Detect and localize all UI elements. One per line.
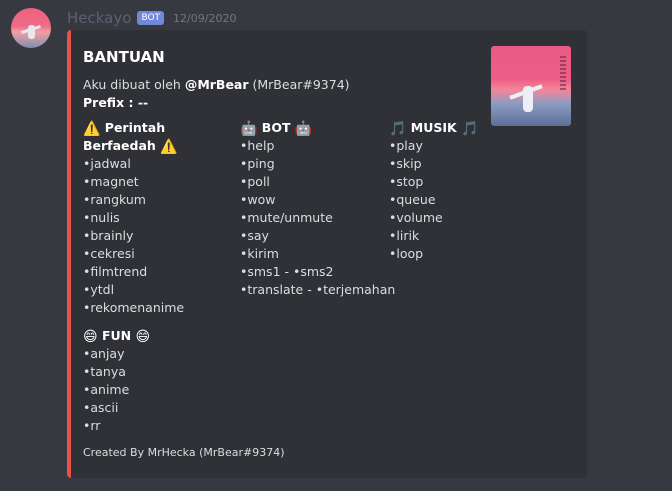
command-item: •ping [240,156,275,171]
robot-icon: 🤖 [294,121,313,137]
description-line-prefix: Prefix : -- [83,94,350,112]
prefix-text: Prefix : -- [83,95,149,110]
command-item: •volume [389,210,443,225]
field-bot: 🤖 BOT 🤖 •help •ping •poll •wow •mute/unm… [240,119,400,299]
bot-tag-badge: BOT [137,11,165,25]
creator-suffix-text: (MrBear#9374) [248,77,350,92]
command-item: •kirim [240,246,279,261]
username[interactable]: Heckayo [67,9,131,27]
command-item: •cekresi [83,246,135,261]
command-item: •stop [389,174,424,189]
warning-icon: ⚠️ [160,139,178,155]
music-notes-icon: 🎵 [389,121,407,137]
creator-prefix-text: Aku dibuat oleh [83,77,185,92]
command-item: •ytdl [83,282,115,297]
command-item: •ascii [83,400,119,415]
embed-description: Aku dibuat oleh @MrBear (MrBear#9374) Pr… [83,76,350,112]
field-name: 🎵 MUSIK 🎵 [389,119,499,137]
command-item: •queue [389,192,436,207]
field-musik: 🎵 MUSIK 🎵 •play •skip •stop •queue •volu… [389,119,499,263]
command-item: •rekomenanime [83,300,185,315]
field-title: MUSIK [410,120,457,135]
user-avatar[interactable] [11,8,51,48]
command-item: •rangkum [83,192,146,207]
field-title: BOT [261,120,291,135]
embed-thumbnail-image[interactable] [491,46,571,126]
command-item: •lirik [389,228,420,243]
field-name: 😄 FUN 😄 [83,327,233,345]
command-item: •tanya [83,364,126,379]
command-item: •filmtrend [83,264,148,279]
message-timestamp: 12/09/2020 [173,11,237,25]
warning-icon: ⚠️ [83,121,101,137]
creator-mention[interactable]: @MrBear [185,77,249,92]
description-line-creator: Aku dibuat oleh @MrBear (MrBear#9374) [83,76,350,94]
command-item: •jadwal [83,156,131,171]
command-item: •anjay [83,346,125,361]
command-item: •anime [83,382,130,397]
command-item: •skip [389,156,422,171]
command-item: •rr [83,418,101,433]
thumbnail-vertical-text [560,56,566,90]
message-header: Heckayo BOT 12/09/2020 [67,8,236,28]
embed-footer: Created By MrHecka (MrBear#9374) [83,446,285,459]
field-fun: 😄 FUN 😄 •anjay •tanya •anime •ascii •rr [83,327,233,435]
command-item: •translate - •terjemahan [240,282,396,297]
robot-icon: 🤖 [240,121,258,137]
field-perintah-berfaedah: ⚠️ Perintah Berfaedah ⚠️ •jadwal •magnet… [83,119,233,317]
command-item: •play [389,138,423,153]
command-item: •loop [389,246,424,261]
command-item: •help [240,138,275,153]
command-item: •magnet [83,174,139,189]
command-item: •wow [240,192,276,207]
field-value: •jadwal •magnet •rangkum •nulis •brainly… [83,155,233,317]
field-title: FUN [101,328,132,343]
command-item: •poll [240,174,270,189]
field-name: 🤖 BOT 🤖 [240,119,400,137]
grinning-face-icon: 😄 [135,329,151,345]
help-embed: BANTUAN Aku dibuat oleh @MrBear (MrBear#… [67,30,587,478]
command-item: •mute/unmute [240,210,333,225]
field-name: ⚠️ Perintah Berfaedah ⚠️ [83,119,233,155]
command-item: •brainly [83,228,134,243]
command-item: •sms1 - •sms2 [240,264,334,279]
embed-accent-bar [67,30,71,478]
command-item: •nulis [83,210,120,225]
command-item: •say [240,228,269,243]
field-value: •play •skip •stop •queue •volume •lirik … [389,137,499,263]
grinning-face-icon: 😄 [83,329,98,345]
field-value: •anjay •tanya •anime •ascii •rr [83,345,233,435]
music-notes-icon: 🎵 [461,121,479,137]
embed-title: BANTUAN [83,48,165,66]
field-value: •help •ping •poll •wow •mute/unmute •say… [240,137,400,299]
